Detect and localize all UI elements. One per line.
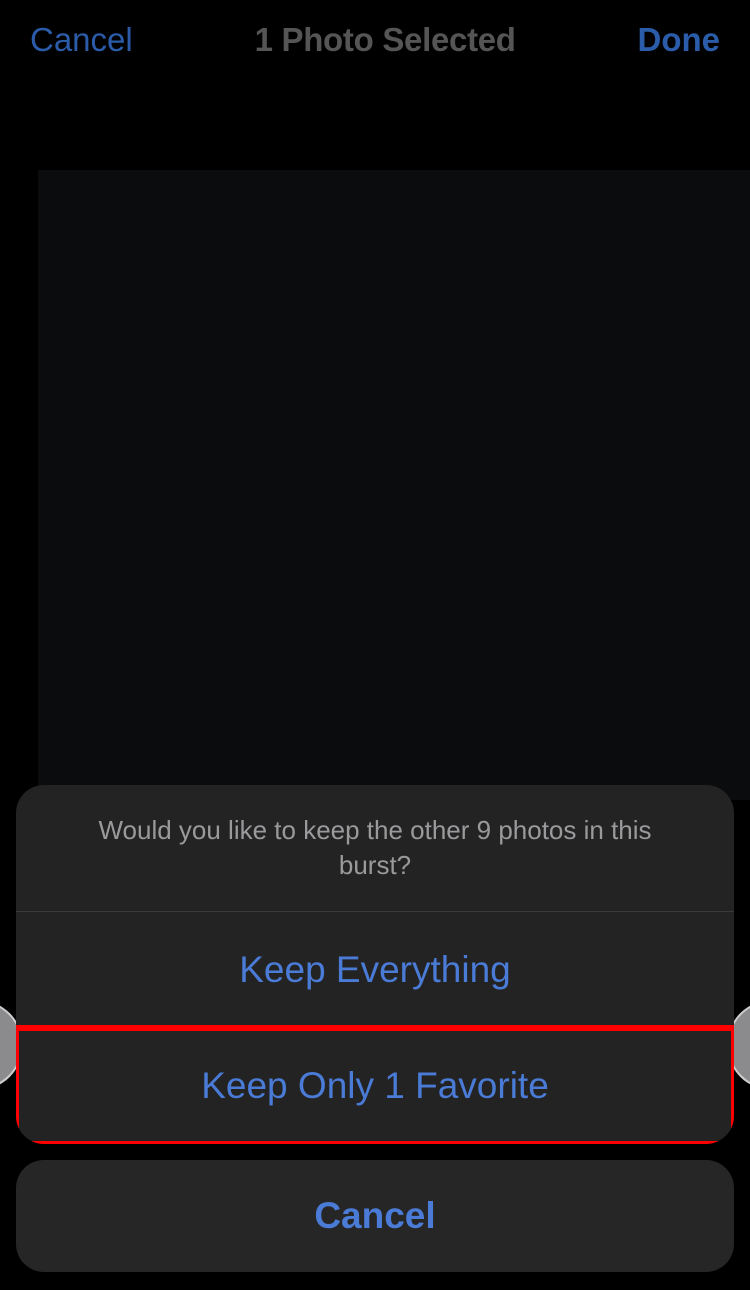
action-sheet: Would you like to keep the other 9 photo… [0, 785, 750, 1290]
keep-only-favorite-button[interactable]: Keep Only 1 Favorite [16, 1028, 734, 1144]
keep-everything-button[interactable]: Keep Everything [16, 912, 734, 1028]
done-button[interactable]: Done [638, 21, 721, 59]
photo-preview[interactable] [38, 170, 750, 800]
action-sheet-group: Would you like to keep the other 9 photo… [16, 785, 734, 1144]
action-sheet-cancel-button[interactable]: Cancel [16, 1160, 734, 1272]
cancel-button[interactable]: Cancel [30, 21, 133, 59]
action-sheet-message: Would you like to keep the other 9 photo… [16, 785, 734, 912]
nav-bar: Cancel 1 Photo Selected Done [0, 0, 750, 80]
action-sheet-cancel-group: Cancel [16, 1160, 734, 1272]
page-title: 1 Photo Selected [255, 21, 516, 59]
